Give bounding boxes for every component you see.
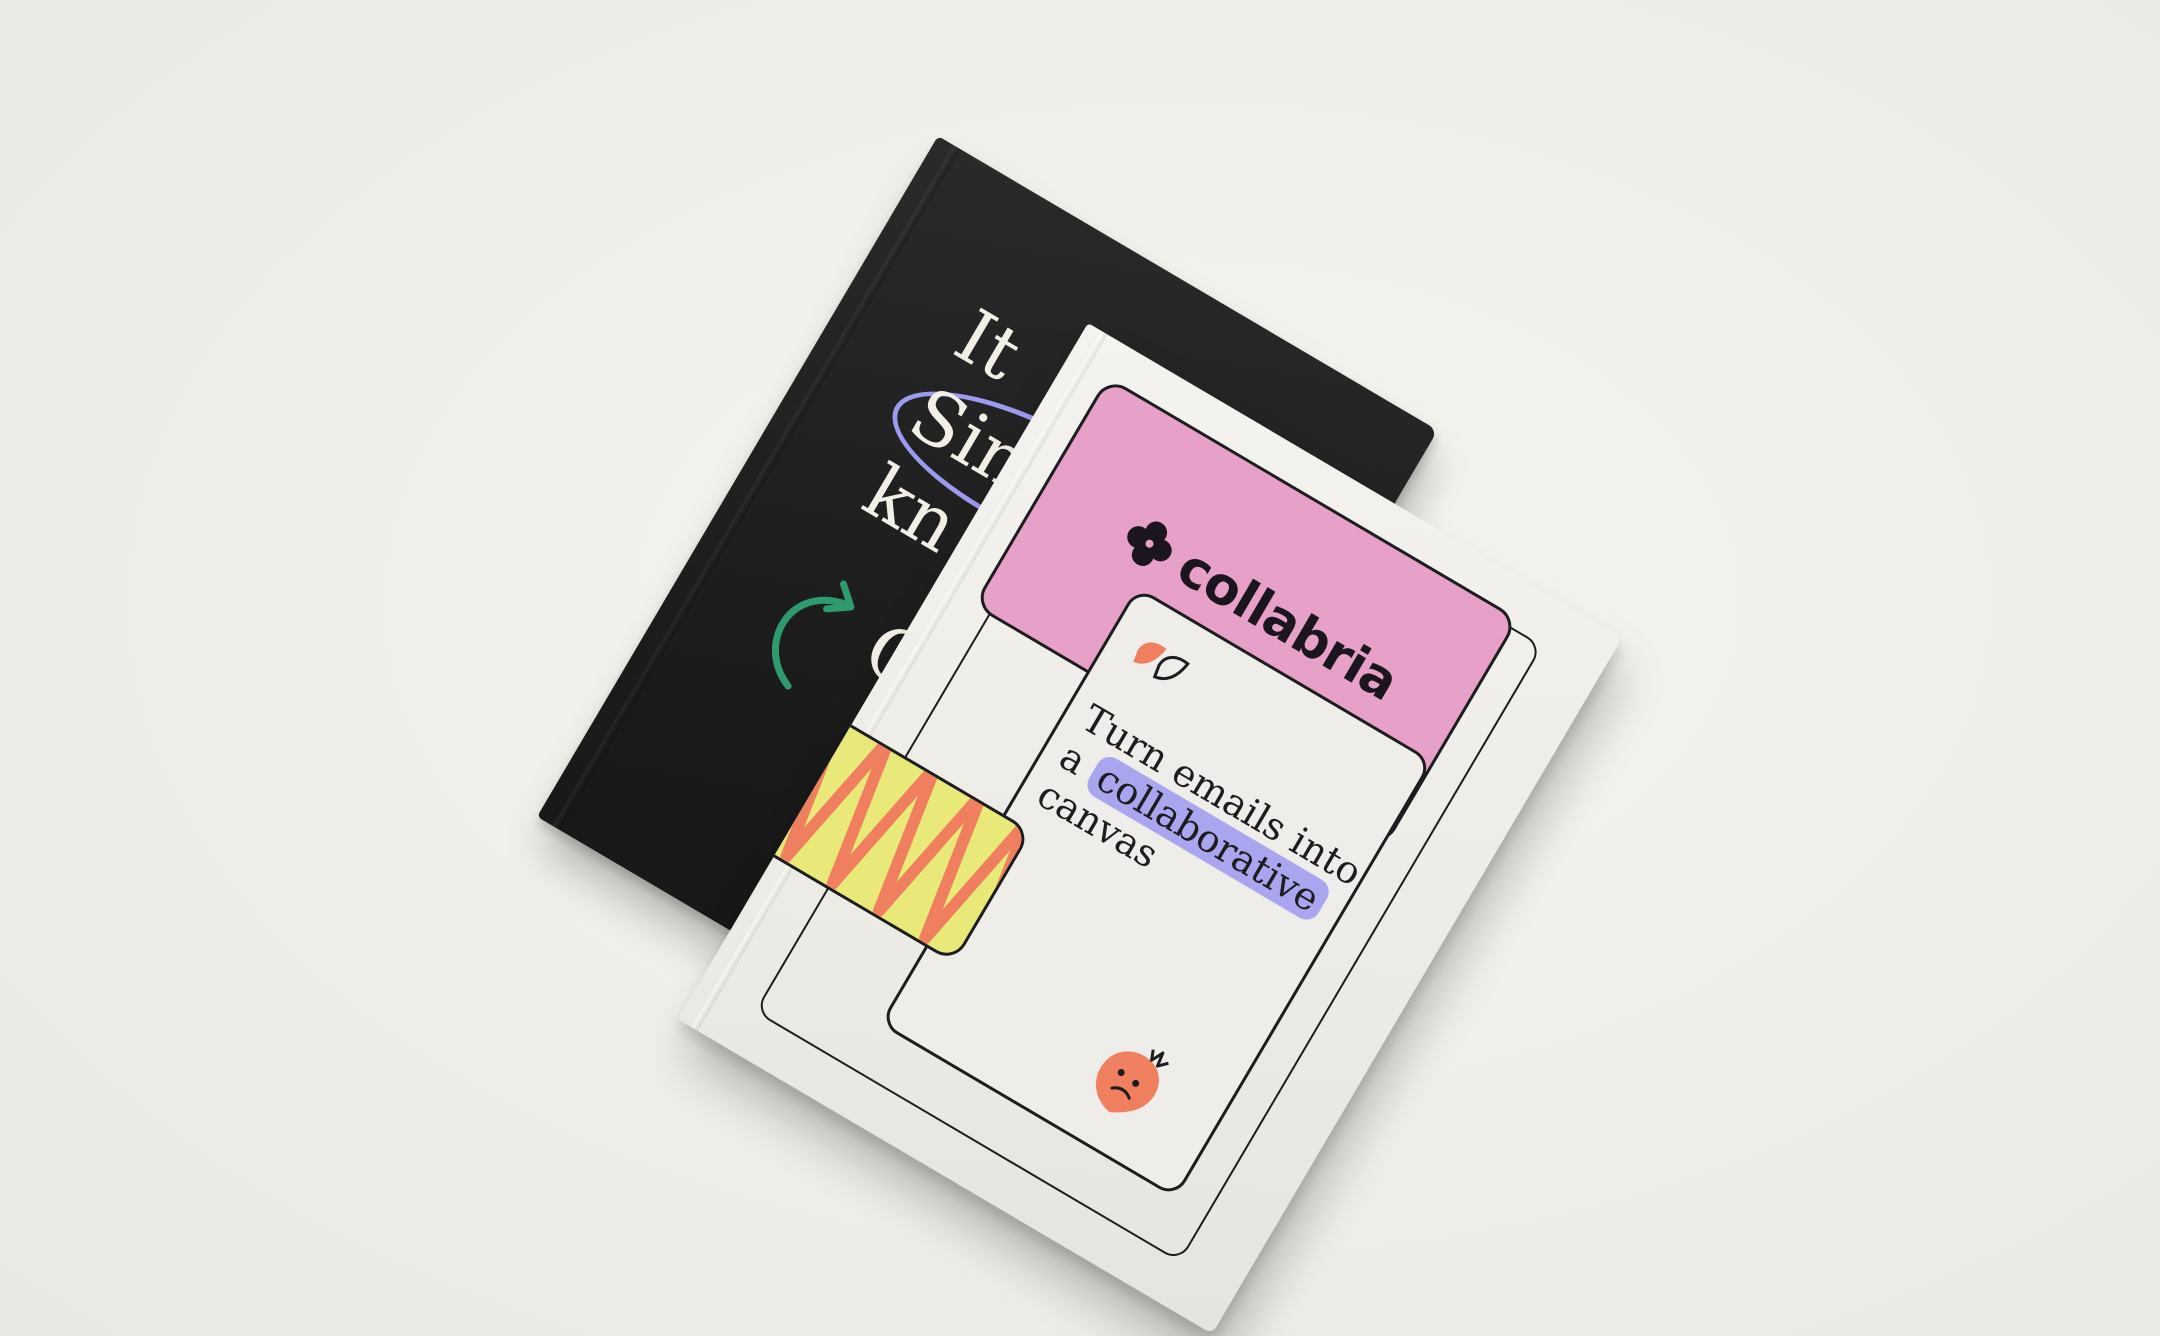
flower-logo-icon [1127, 521, 1172, 566]
product-mockup-scene: It Sin kn O collabria [0, 0, 2160, 1336]
speech-drops-icon [1133, 642, 1190, 681]
headline: Turn emails into a collaborative canvas [1030, 696, 1373, 972]
angry-blob-mascot-icon [1096, 1049, 1169, 1113]
